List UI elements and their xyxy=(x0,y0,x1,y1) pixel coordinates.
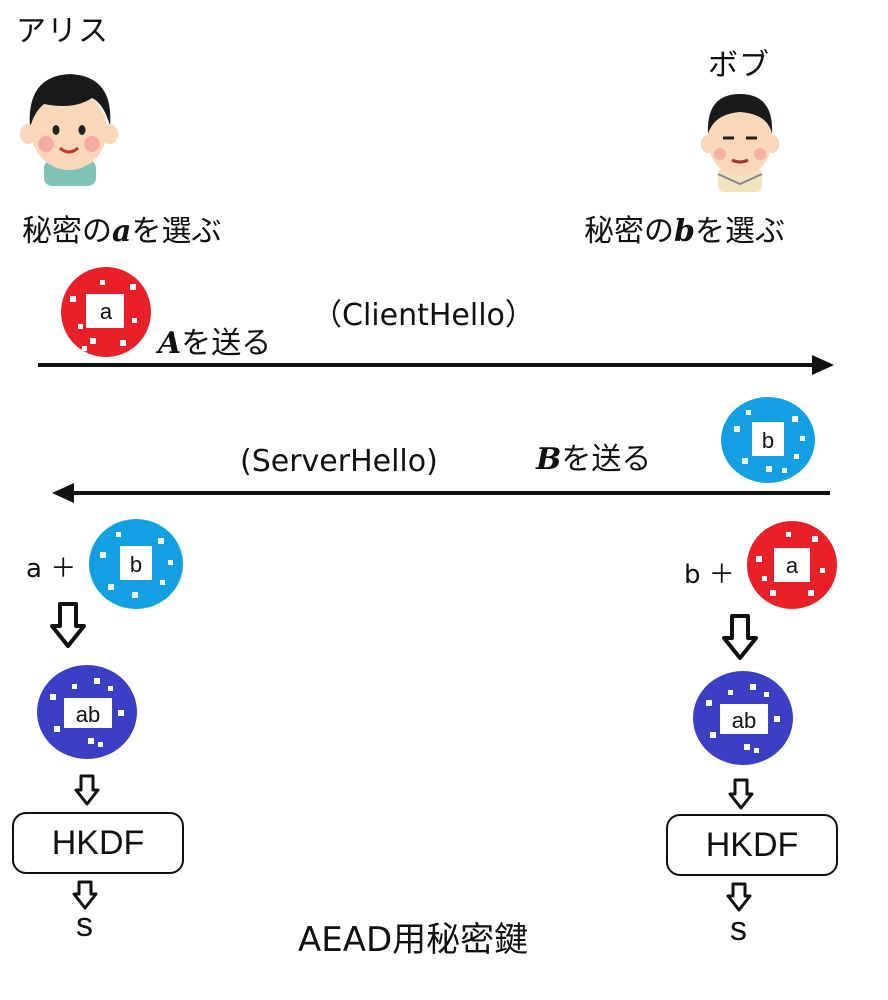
bob-name: ボブ xyxy=(708,48,770,83)
bob-shared-label: ab xyxy=(732,708,756,733)
down-arrow-icon xyxy=(728,778,754,810)
bob-received-token-a: a xyxy=(747,521,837,609)
boy-face-icon xyxy=(20,74,118,186)
server-hello-label: (ServerHello) xyxy=(240,444,438,479)
alice-token-b-label: b xyxy=(130,552,142,577)
alice-hkdf-box: HKDF xyxy=(12,812,184,874)
alice-shared-secret: ab xyxy=(37,665,137,759)
alice-received-token-b: b xyxy=(89,519,183,609)
bob-hkdf-box: HKDF xyxy=(666,814,838,876)
alice-result-s: s xyxy=(76,906,93,944)
alice-secret-text: 秘密のaを選ぶ xyxy=(22,214,222,249)
down-arrow-icon xyxy=(722,614,758,660)
send-b-text: Bを送る xyxy=(536,442,652,477)
bob-token-a-label: a xyxy=(786,553,799,578)
man-face-icon xyxy=(701,94,779,192)
alice-combine-text: a ＋ xyxy=(26,554,77,584)
alice-name: アリス xyxy=(16,14,109,49)
client-hello-label: （ClientHello） xyxy=(312,298,535,333)
bob-secret-text: 秘密のbを選ぶ xyxy=(584,214,785,249)
down-arrow-icon xyxy=(726,882,752,912)
bob-shared-secret: ab xyxy=(693,671,793,765)
token-b-blue: b xyxy=(721,397,815,483)
down-arrow-icon xyxy=(50,602,86,648)
aead-key-caption: AEAD用秘密鍵 xyxy=(298,920,529,960)
token-a-red: a xyxy=(61,267,151,357)
alice-shared-label: ab xyxy=(76,702,100,727)
arrow-to-alice xyxy=(52,483,830,503)
token-a-label: a xyxy=(100,299,113,324)
bob-combine-text: b ＋ xyxy=(684,560,735,590)
token-b-label: b xyxy=(762,428,774,453)
bob-result-s: s xyxy=(730,910,747,948)
down-arrow-icon xyxy=(74,774,100,806)
arrow-to-bob xyxy=(38,355,834,375)
